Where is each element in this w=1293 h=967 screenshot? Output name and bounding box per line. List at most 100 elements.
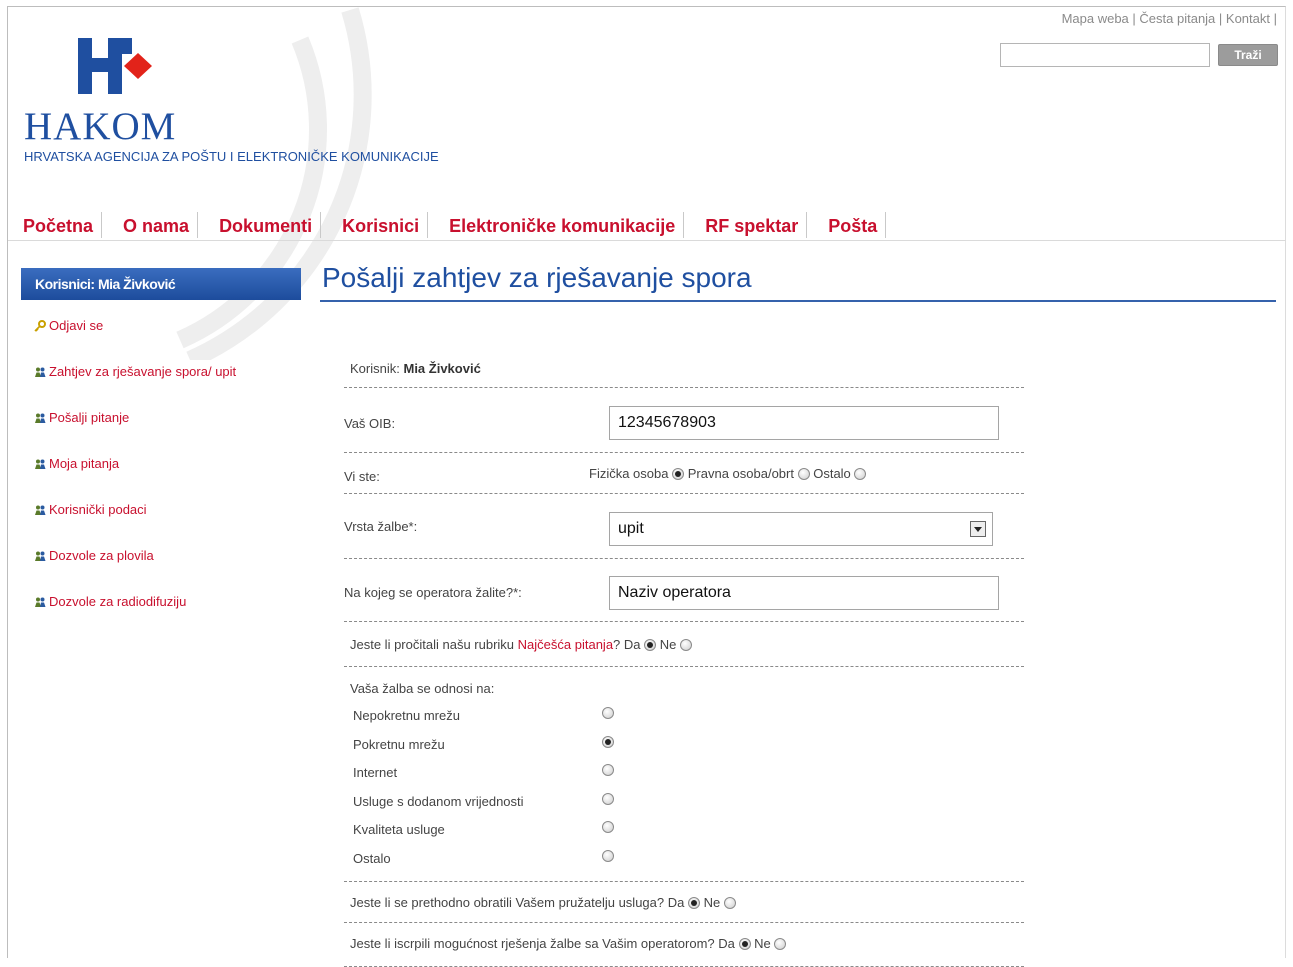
radio-fizicka-osoba[interactable]: [672, 468, 685, 480]
radio-kvaliteta-usluge[interactable]: [602, 821, 614, 833]
odnosi-option-label: Usluge s dodanom vrijednosti: [353, 794, 524, 809]
row-q2: Jeste li se prethodno obratili Vašem pru…: [344, 882, 1024, 923]
odnosi-option-label: Ostalo: [353, 851, 391, 866]
odnosi-option-label: Kvaliteta usluge: [353, 822, 445, 837]
user-value: Mia Živković: [403, 361, 481, 376]
operator-input[interactable]: Naziv operatora: [609, 576, 999, 610]
radio-nepokretnu-mrezu[interactable]: [602, 707, 614, 719]
faq-link[interactable]: Najčešća pitanja: [518, 637, 613, 652]
radio-ostalo[interactable]: [854, 468, 867, 480]
link-kontakt[interactable]: Kontakt: [1226, 11, 1270, 26]
top-links: Mapa weba | Česta pitanja | Kontakt |: [1061, 11, 1277, 26]
sidebar-menu: Odjavi se Zahtjev za rješavanje spora/ u…: [34, 318, 236, 640]
faq-suffix: ? Da: [613, 637, 641, 652]
users-icon: [35, 505, 46, 515]
radio-pravna-osoba[interactable]: [797, 468, 810, 480]
row-q3: Jeste li iscrpili mogućnost rješenja žal…: [344, 923, 1024, 967]
hakom-logo-icon: [78, 38, 152, 94]
user-row: Korisnik: Mia Živković: [350, 361, 481, 376]
users-icon: [35, 551, 46, 561]
title-underline: [320, 300, 1276, 302]
sidebar-item-label: Zahtjev za rješavanje spora/ upit: [49, 364, 237, 379]
operator-label: Na kojeg se operatora žalite?*:: [344, 585, 522, 600]
row-odnosi: Vaša žalba se odnosi na: Nepokretnu mrež…: [344, 667, 1024, 882]
faq-no-label: Ne: [659, 637, 677, 652]
users-icon: [35, 459, 46, 469]
sidebar-item-moja-pitanja[interactable]: Moja pitanja: [34, 456, 236, 502]
option-pravna-label: Pravna osoba/obrt: [687, 466, 794, 481]
radio-internet[interactable]: [602, 764, 614, 776]
q2-question: Jeste li se prethodno obratili Vašem pru…: [350, 895, 736, 910]
radio-q3-da[interactable]: [738, 938, 751, 950]
radio-pokretnu-mrezu[interactable]: [602, 736, 614, 748]
odnosi-option-label: Pokretnu mrežu: [353, 737, 445, 752]
decorative-rings: [176, 7, 372, 360]
sidebar-item-korisnicki-podaci[interactable]: Korisnički podaci: [34, 502, 236, 548]
dispute-form: Korisnik: Mia Živković Vaš OIB: 12345678…: [344, 345, 1024, 967]
user-label: Korisnik:: [350, 361, 400, 376]
logo-name: HAKOM: [24, 105, 177, 148]
nav-posta[interactable]: Pošta: [819, 212, 887, 238]
sidebar-item-dozvole-radiodifuziju[interactable]: Dozvole za radiodifuziju: [34, 594, 236, 640]
sidebar-item-zahtjev[interactable]: Zahtjev za rješavanje spora/ upit: [34, 364, 236, 410]
nav-dokumenti[interactable]: Dokumenti: [210, 212, 322, 238]
search-button[interactable]: Traži: [1218, 44, 1278, 66]
vrsta-label: Vrsta žalbe*:: [344, 519, 418, 534]
link-cesta-pitanja[interactable]: Česta pitanja: [1139, 11, 1215, 26]
radio-odnosi-ostalo[interactable]: [602, 850, 614, 862]
sidebar-item-dozvole-plovila[interactable]: Dozvole za plovila: [34, 548, 236, 594]
q2-no-label: Ne: [703, 895, 721, 910]
radio-usluge-dodana-vrijednost[interactable]: [602, 793, 614, 805]
row-vrsta-zalbe: Vrsta žalbe*: upit: [344, 494, 1024, 559]
row-user: Korisnik: Mia Živković: [344, 345, 1024, 388]
row-oib: Vaš OIB: 12345678903: [344, 388, 1024, 453]
users-icon: [35, 597, 46, 607]
sidebar-item-odjavi-se[interactable]: Odjavi se: [34, 318, 236, 364]
row-faq: Jeste li pročitali našu rubriku Najčešća…: [344, 622, 1024, 667]
nav-elektronicke-komunikacije[interactable]: Elektroničke komunikacije: [440, 212, 685, 238]
nav-rf-spektar[interactable]: RF spektar: [696, 212, 808, 238]
sidebar-item-label: Odjavi se: [49, 318, 104, 333]
vrsta-value: upit: [618, 520, 644, 537]
users-icon: [35, 413, 46, 423]
link-mapa-weba[interactable]: Mapa weba: [1062, 11, 1129, 26]
faq-question: Jeste li pročitali našu rubriku Najčešća…: [350, 637, 693, 652]
vrsta-zalbe-select[interactable]: upit: [609, 512, 993, 546]
q3-question: Jeste li iscrpili mogućnost rješenja žal…: [350, 936, 787, 951]
vi-ste-options: Fizička osoba Pravna osoba/obrt Ostalo: [589, 466, 867, 481]
radio-faq-da[interactable]: [644, 639, 657, 651]
dropdown-arrow-icon[interactable]: [970, 521, 986, 537]
row-vi-ste: Vi ste: Fizička osoba Pravna osoba/obrt …: [344, 453, 1024, 494]
radio-q2-da[interactable]: [687, 897, 700, 909]
page-title: Pošalji zahtjev za rješavanje spora: [322, 262, 752, 293]
sidebar-item-label: Moja pitanja: [49, 456, 120, 471]
radio-q2-ne[interactable]: [723, 897, 736, 909]
sidebar-item-label: Korisnički podaci: [49, 502, 147, 517]
radio-faq-ne[interactable]: [680, 639, 693, 651]
option-ostalo-label: Ostalo: [813, 466, 851, 481]
users-icon: [35, 367, 46, 377]
option-fizicka-label: Fizička osoba: [589, 466, 669, 481]
main-nav: Početna O nama Dokumenti Korisnici Elekt…: [14, 208, 898, 240]
vi-ste-label: Vi ste:: [344, 469, 380, 484]
nav-divider: [8, 240, 1286, 241]
nav-pocetna[interactable]: Početna: [14, 212, 103, 238]
q2-text: Jeste li se prethodno obratili Vašem pru…: [350, 895, 685, 910]
nav-o-nama[interactable]: O nama: [114, 212, 199, 238]
row-operator: Na kojeg se operatora žalite?*: Naziv op…: [344, 559, 1024, 622]
radio-q3-ne[interactable]: [774, 938, 787, 950]
sidebar-item-label: Pošalji pitanje: [49, 410, 130, 425]
sidebar-item-label: Dozvole za radiodifuziju: [49, 594, 187, 609]
faq-prefix: Jeste li pročitali našu rubriku: [350, 637, 515, 652]
odnosi-option-label: Nepokretnu mrežu: [353, 708, 460, 723]
oib-label: Vaš OIB:: [344, 416, 396, 431]
q3-no-label: Ne: [754, 936, 771, 951]
sidebar-header: Korisnici: Mia Živković: [21, 268, 301, 300]
search-input[interactable]: [1000, 43, 1210, 67]
nav-korisnici[interactable]: Korisnici: [333, 212, 429, 238]
sidebar-item-label: Dozvole za plovila: [49, 548, 154, 563]
oib-input[interactable]: 12345678903: [609, 406, 999, 440]
key-icon: [34, 320, 46, 332]
odnosi-label: Vaša žalba se odnosi na:: [350, 681, 495, 696]
sidebar-item-posalji-pitanje[interactable]: Pošalji pitanje: [34, 410, 236, 456]
